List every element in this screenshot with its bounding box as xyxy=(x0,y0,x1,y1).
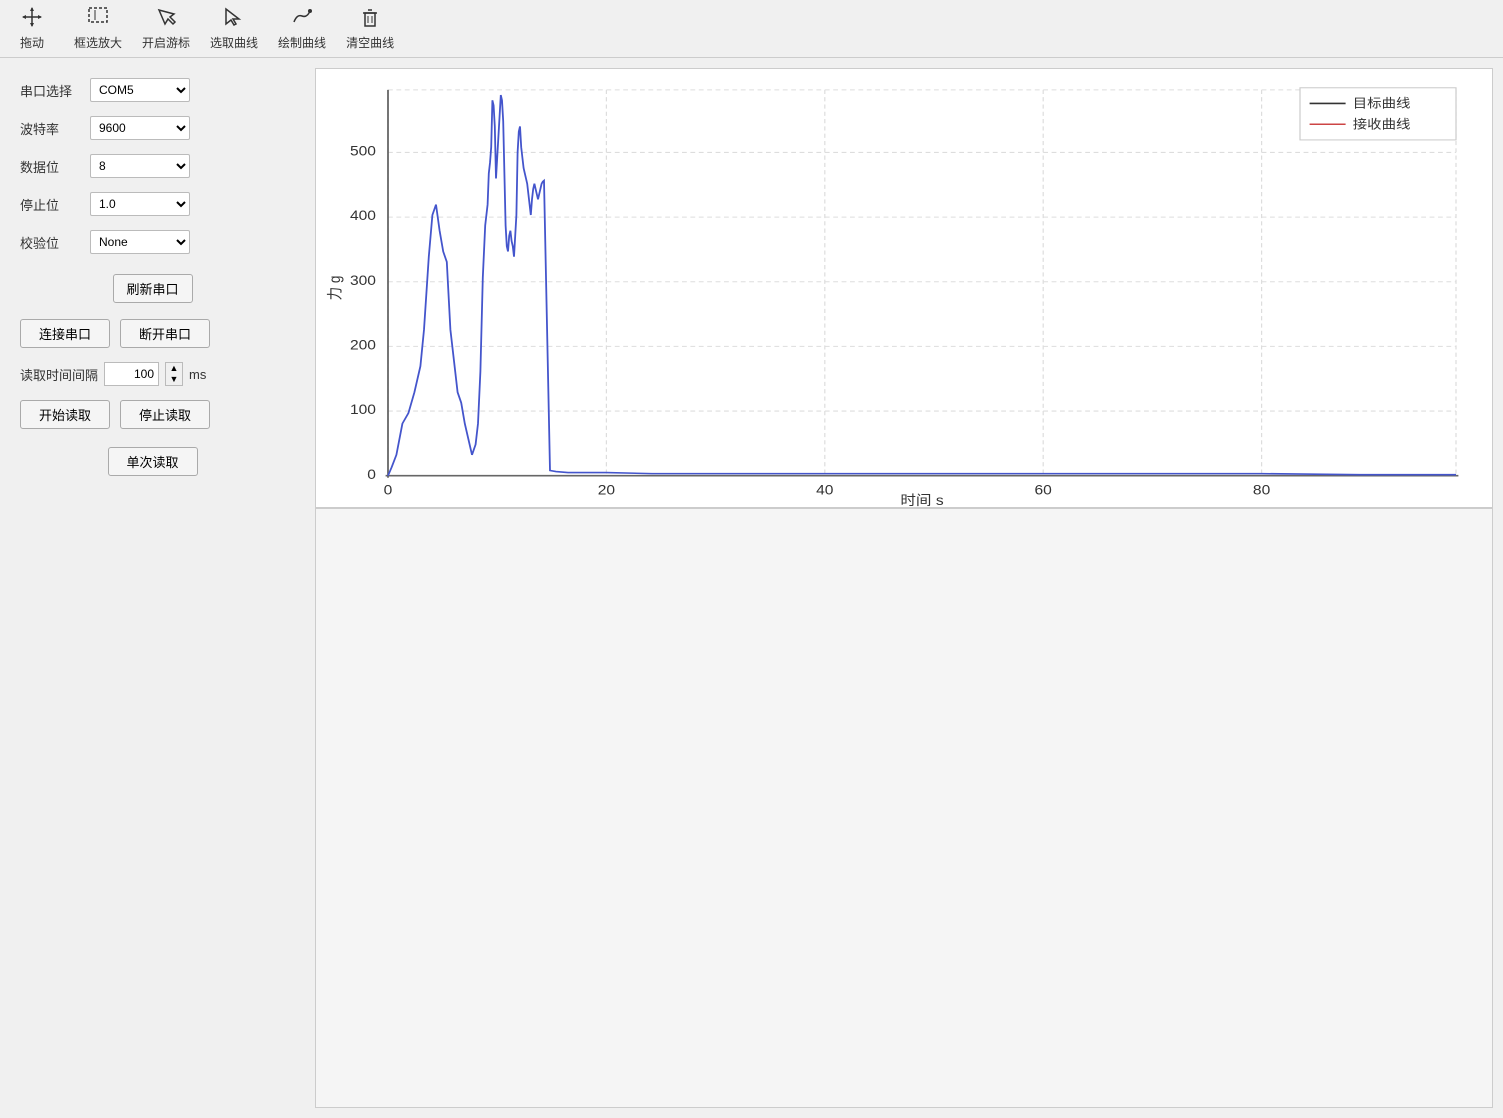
clear-curve-label: 清空曲线 xyxy=(346,34,394,51)
single-read-row: 单次读取 xyxy=(20,447,285,476)
interval-input[interactable] xyxy=(104,362,159,386)
clear-curve-icon xyxy=(359,6,381,32)
svg-text:力 g: 力 g xyxy=(326,276,344,301)
chart-svg: 0 100 200 300 400 500 0 20 40 60 80 力 g … xyxy=(316,69,1492,507)
toolbar: 拖动 框选放大 开启游标 选取曲线 xyxy=(0,0,1503,58)
draw-curve-label: 绘制曲线 xyxy=(278,34,326,51)
stop-bits-label: 停止位 xyxy=(20,195,90,214)
data-bits-label: 数据位 xyxy=(20,157,90,176)
select-curve-icon xyxy=(223,6,245,32)
spinner-down[interactable]: ▼ xyxy=(166,374,182,385)
interval-row: 读取时间间隔 ▲ ▼ ms xyxy=(20,362,285,386)
port-row: 串口选择 COM1 COM2 COM3 COM4 COM5 COM6 xyxy=(20,78,285,102)
toolbar-select-curve[interactable]: 选取曲线 xyxy=(210,6,258,51)
spinner: ▲ ▼ xyxy=(165,362,183,386)
data-bits-select[interactable]: 5 6 7 8 xyxy=(90,154,190,178)
disconnect-button[interactable]: 断开串口 xyxy=(120,319,210,348)
chart-area: 0 100 200 300 400 500 0 20 40 60 80 力 g … xyxy=(305,58,1503,1118)
svg-text:20: 20 xyxy=(598,483,615,498)
toolbar-draw-curve[interactable]: 绘制曲线 xyxy=(278,6,326,51)
parity-label: 校验位 xyxy=(20,233,90,252)
svg-text:60: 60 xyxy=(1035,483,1052,498)
svg-text:接收曲线: 接收曲线 xyxy=(1353,116,1411,131)
main-container: 串口选择 COM1 COM2 COM3 COM4 COM5 COM6 波特率 9… xyxy=(0,58,1503,1118)
toolbar-clear-curve[interactable]: 清空曲线 xyxy=(346,6,394,51)
parity-select[interactable]: None Even Odd Mark Space xyxy=(90,230,190,254)
baud-select[interactable]: 9600 19200 38400 57600 115200 xyxy=(90,116,190,140)
drag-label: 拖动 xyxy=(20,34,44,51)
port-select[interactable]: COM1 COM2 COM3 COM4 COM5 COM6 xyxy=(90,78,190,102)
draw-curve-icon xyxy=(291,6,313,32)
svg-text:40: 40 xyxy=(816,483,833,498)
svg-text:0: 0 xyxy=(384,483,393,498)
svg-text:80: 80 xyxy=(1253,483,1270,498)
interval-label: 读取时间间隔 xyxy=(20,365,98,384)
read-row: 开始读取 停止读取 xyxy=(20,400,285,429)
spinner-up[interactable]: ▲ xyxy=(166,363,182,374)
svg-text:目标曲线: 目标曲线 xyxy=(1353,96,1411,110)
drag-icon xyxy=(21,6,43,32)
toolbar-cursor[interactable]: 开启游标 xyxy=(142,6,190,51)
baud-row: 波特率 9600 19200 38400 57600 115200 xyxy=(20,116,285,140)
port-label: 串口选择 xyxy=(20,81,90,100)
start-read-button[interactable]: 开始读取 xyxy=(20,400,110,429)
select-curve-label: 选取曲线 xyxy=(210,34,258,51)
svg-text:时间 s: 时间 s xyxy=(900,493,943,507)
zoom-label: 框选放大 xyxy=(74,34,122,51)
single-read-button[interactable]: 单次读取 xyxy=(108,447,198,476)
cursor-icon xyxy=(155,6,177,32)
data-bits-row: 数据位 5 6 7 8 xyxy=(20,154,285,178)
stop-bits-row: 停止位 1.0 1.5 2.0 xyxy=(20,192,285,216)
baud-label: 波特率 xyxy=(20,119,90,138)
svg-text:400: 400 xyxy=(350,209,376,224)
svg-text:500: 500 xyxy=(350,144,376,159)
connect-button[interactable]: 连接串口 xyxy=(20,319,110,348)
connect-row: 连接串口 断开串口 xyxy=(20,319,285,348)
svg-text:200: 200 xyxy=(350,338,376,353)
svg-text:0: 0 xyxy=(367,468,376,483)
toolbar-drag[interactable]: 拖动 xyxy=(10,6,54,51)
svg-text:300: 300 xyxy=(350,274,376,289)
cursor-label: 开启游标 xyxy=(142,34,190,51)
parity-row: 校验位 None Even Odd Mark Space xyxy=(20,230,285,254)
stop-read-button[interactable]: 停止读取 xyxy=(120,400,210,429)
zoom-icon xyxy=(87,6,109,32)
chart-container: 0 100 200 300 400 500 0 20 40 60 80 力 g … xyxy=(315,68,1493,508)
chart-bottom-area xyxy=(315,508,1493,1108)
svg-text:100: 100 xyxy=(350,403,376,418)
sidebar: 串口选择 COM1 COM2 COM3 COM4 COM5 COM6 波特率 9… xyxy=(0,58,305,1118)
refresh-button[interactable]: 刷新串口 xyxy=(113,274,193,303)
toolbar-zoom[interactable]: 框选放大 xyxy=(74,6,122,51)
stop-bits-select[interactable]: 1.0 1.5 2.0 xyxy=(90,192,190,216)
ms-label: ms xyxy=(189,367,206,382)
